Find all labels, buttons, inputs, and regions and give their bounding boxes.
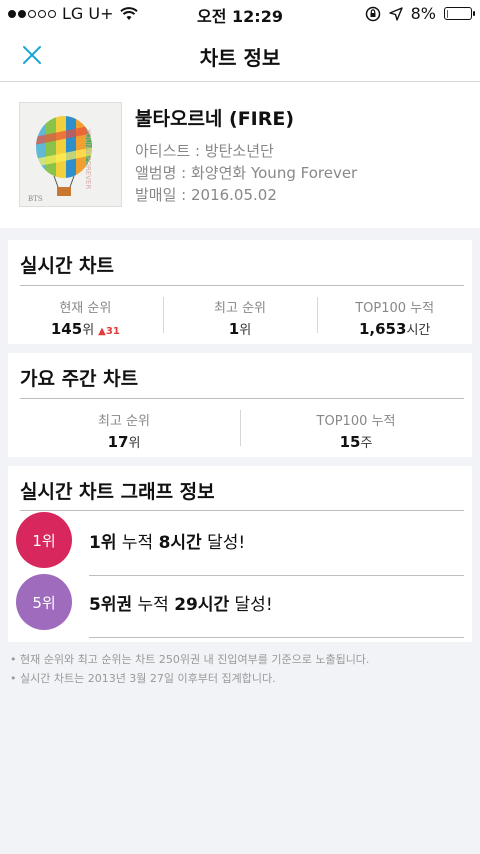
rotation-lock-icon bbox=[365, 6, 380, 21]
rank-badge: 5위 bbox=[16, 574, 72, 630]
achievement-connector: 누적 bbox=[132, 595, 175, 615]
battery-icon bbox=[444, 7, 475, 20]
battery-percent: 8% bbox=[410, 4, 436, 23]
song-title: 불타오르네 (FIRE) bbox=[135, 108, 295, 130]
weekly-chart-title: 가요 주간 차트 bbox=[20, 368, 139, 390]
divider bbox=[20, 285, 464, 286]
best-rank-value: 1 bbox=[228, 320, 240, 338]
stat-unit: 주 bbox=[360, 436, 373, 451]
best-rank-stat: 최고 순위 1위 bbox=[162, 297, 318, 338]
nav-bar: 차트 정보 bbox=[0, 28, 480, 82]
weekly-best-rank-value: 17 bbox=[107, 433, 129, 451]
graph-info-card: 실시간 차트 그래프 정보 1위 1위 누적 8시간 달성! 5위 5위권 누적… bbox=[8, 466, 472, 642]
rank-value: 1위 bbox=[89, 533, 117, 553]
rank-change-value: 31 bbox=[105, 326, 120, 337]
status-icons: 8% bbox=[365, 4, 475, 23]
rank-achievement-row: 5위 5위권 누적 29시간 달성! bbox=[16, 570, 464, 638]
hours-value: 29시간 bbox=[174, 595, 230, 615]
album-line: 앨범명 : 화양연화 Young Forever bbox=[135, 164, 358, 182]
song-info-section: YOUNG FOREVER BTS 불타오르네 (FIRE) 아티스트 : 방탄… bbox=[0, 82, 480, 228]
album-art: YOUNG FOREVER BTS bbox=[19, 102, 122, 207]
page-title: 차트 정보 bbox=[199, 46, 281, 70]
weekly-best-rank-stat: 최고 순위 17위 bbox=[8, 410, 240, 451]
footnote: • 현재 순위와 최고 순위는 차트 250위권 내 진입여부를 기준으로 노출… bbox=[10, 653, 370, 666]
stat-label: 최고 순위 bbox=[98, 414, 150, 429]
achievement-connector: 누적 bbox=[116, 533, 159, 553]
top100-hours-stat: TOP100 누적 1,653시간 bbox=[317, 297, 472, 338]
battery-level bbox=[446, 9, 449, 18]
realtime-chart-card: 실시간 차트 현재 순위 145위 ▲31 최고 순위 1위 TOP100 누적 … bbox=[8, 240, 472, 344]
album-art-logo: BTS bbox=[28, 195, 43, 203]
realtime-stats: 현재 순위 145위 ▲31 최고 순위 1위 TOP100 누적 1,653시간 bbox=[8, 297, 472, 338]
stat-label: TOP100 누적 bbox=[355, 301, 435, 316]
stat-unit: 위 bbox=[128, 436, 141, 451]
rank-achievement-text: 1위 누적 8시간 달성! bbox=[89, 528, 245, 553]
divider bbox=[20, 398, 464, 399]
footnote: • 실시간 차트는 2013년 3월 27일 이후부터 집계합니다. bbox=[10, 672, 276, 685]
release-line: 발매일 : 2016.05.02 bbox=[135, 186, 277, 204]
divider bbox=[89, 637, 464, 638]
rank-achievement-row: 1위 1위 누적 8시간 달성! bbox=[16, 508, 464, 576]
stat-label: TOP100 누적 bbox=[316, 414, 396, 429]
artist-line: 아티스트 : 방탄소년단 bbox=[135, 142, 274, 160]
current-rank-value: 145 bbox=[50, 320, 83, 338]
rank-change: ▲31 bbox=[98, 326, 120, 337]
graph-info-title: 실시간 차트 그래프 정보 bbox=[20, 481, 215, 503]
weekly-top100-stat: TOP100 누적 15주 bbox=[240, 410, 472, 451]
arrow-up-icon: ▲ bbox=[98, 326, 106, 337]
location-arrow-icon bbox=[388, 6, 403, 21]
weekly-top100-value: 15 bbox=[339, 433, 361, 451]
weekly-chart-card: 가요 주간 차트 최고 순위 17위 TOP100 누적 15주 bbox=[8, 353, 472, 457]
stat-unit: 시간 bbox=[406, 323, 431, 338]
rank-badge: 1위 bbox=[16, 512, 72, 568]
stat-label: 최고 순위 bbox=[214, 301, 266, 316]
status-bar: LG U+ 오전 12:29 8% bbox=[0, 0, 480, 28]
realtime-chart-title: 실시간 차트 bbox=[20, 255, 115, 277]
stat-unit: 위 bbox=[239, 323, 252, 338]
footnotes: • 현재 순위와 최고 순위는 차트 250위권 내 진입여부를 기준으로 노출… bbox=[10, 650, 369, 688]
rank-achievement-text: 5위권 누적 29시간 달성! bbox=[89, 590, 273, 615]
weekly-stats: 최고 순위 17위 TOP100 누적 15주 bbox=[8, 410, 472, 451]
current-rank-stat: 현재 순위 145위 ▲31 bbox=[8, 297, 163, 338]
achievement-suffix: 달성! bbox=[201, 533, 246, 553]
stat-label: 현재 순위 bbox=[59, 301, 112, 316]
song-meta: 불타오르네 (FIRE) 아티스트 : 방탄소년단 앨범명 : 화양연화 You… bbox=[135, 104, 357, 206]
rank-value: 5위권 bbox=[89, 595, 133, 615]
achievement-suffix: 달성! bbox=[229, 595, 273, 615]
top100-hours-value: 1,653 bbox=[358, 320, 407, 338]
album-art-lettering: YOUNG FOREVER bbox=[84, 128, 92, 189]
stat-unit: 위 bbox=[82, 323, 95, 338]
hours-value: 8시간 bbox=[158, 533, 202, 553]
